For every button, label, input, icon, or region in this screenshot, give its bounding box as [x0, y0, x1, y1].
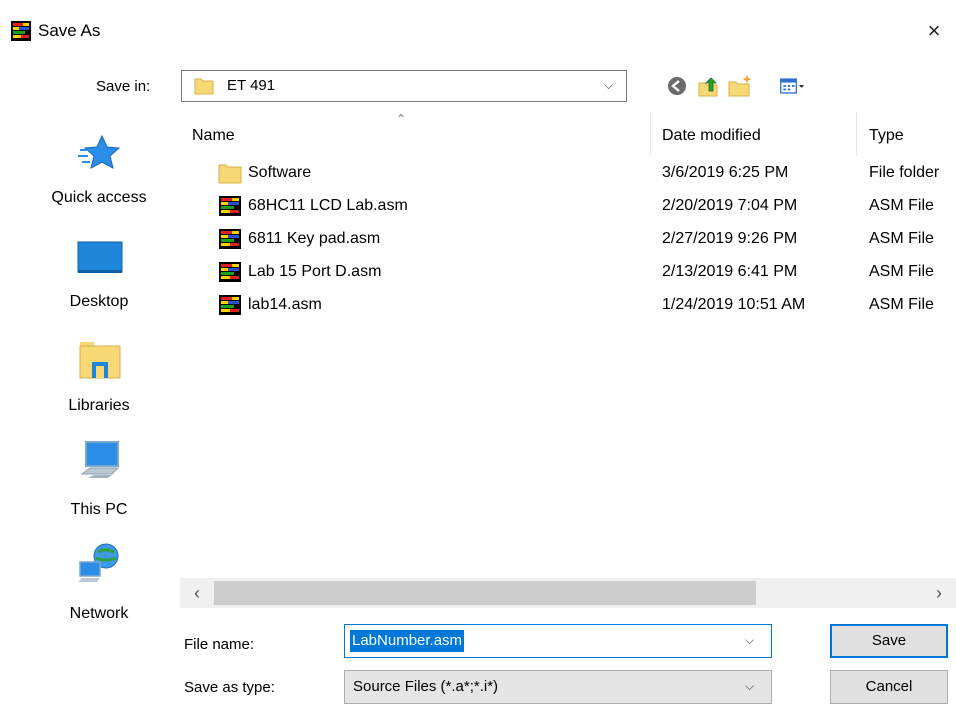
column-header-type[interactable]: Type	[869, 126, 904, 146]
file-name: 6811 Key pad.asm	[248, 230, 381, 247]
scroll-right-icon[interactable]: ›	[922, 578, 956, 608]
folder-icon	[218, 164, 242, 184]
asm-file-icon	[219, 262, 241, 282]
file-type: ASM File	[869, 197, 934, 214]
quick-access-star-icon	[78, 134, 121, 169]
window-title: Save As	[38, 21, 101, 40]
scroll-left-icon[interactable]: ‹	[180, 578, 214, 608]
desktop-icon	[77, 241, 123, 273]
place-label: Libraries	[68, 397, 130, 414]
cancel-button[interactable]: Cancel	[830, 670, 948, 704]
file-row[interactable]: Software 3/6/2019 6:25 PM File folder	[218, 158, 956, 190]
place-quick-access[interactable]: Quick access	[20, 118, 178, 220]
file-type: ASM File	[869, 296, 934, 313]
file-list[interactable]: ⌃ Name Date modified Type Software 3/6/2…	[180, 112, 956, 582]
column-header-date-modified[interactable]: Date modified	[662, 126, 761, 146]
save-in-dropdown[interactable]: ET 491 ⌵	[181, 70, 627, 102]
asm-file-icon	[219, 196, 241, 216]
close-button[interactable]: ×	[918, 16, 950, 46]
file-date: 2/20/2019 7:04 PM	[662, 197, 798, 214]
file-name: Lab 15 Port D.asm	[248, 263, 382, 280]
place-desktop[interactable]: Desktop	[20, 222, 178, 324]
file-date: 3/6/2019 6:25 PM	[662, 164, 789, 181]
asm-file-icon	[219, 295, 241, 315]
save-in-value: ET 491	[227, 77, 276, 94]
chevron-down-icon[interactable]: ⌵	[745, 679, 754, 694]
asm-file-icon	[219, 229, 241, 249]
folder-icon	[194, 78, 214, 95]
column-divider[interactable]	[856, 112, 857, 156]
scrollbar-thumb[interactable]	[214, 581, 756, 605]
place-network[interactable]: Network	[20, 534, 178, 636]
places-bar: Quick access Desktop Libraries This PC N…	[20, 112, 178, 707]
file-date: 1/24/2019 10:51 AM	[662, 296, 806, 313]
file-row[interactable]: 6811 Key pad.asm 2/27/2019 9:26 PM ASM F…	[218, 224, 956, 256]
file-date: 2/27/2019 9:26 PM	[662, 230, 798, 247]
file-row[interactable]: 68HC11 LCD Lab.asm 2/20/2019 7:04 PM ASM…	[218, 191, 956, 223]
file-row[interactable]: Lab 15 Port D.asm 2/13/2019 6:41 PM ASM …	[218, 257, 956, 289]
network-icon	[78, 543, 119, 582]
place-label: This PC	[70, 501, 128, 518]
place-libraries[interactable]: Libraries	[20, 326, 178, 428]
horizontal-scrollbar[interactable]: ‹ ›	[180, 578, 956, 608]
save-button[interactable]: Save	[830, 624, 948, 658]
save-in-label: Save in:	[96, 78, 151, 95]
file-name-value[interactable]: LabNumber.asm	[350, 630, 465, 652]
chevron-down-icon: ⌵	[604, 78, 614, 92]
save-as-type-value: Source Files (*.a*;*.i*)	[353, 678, 499, 695]
new-folder-icon[interactable]	[727, 74, 753, 98]
file-date: 2/13/2019 6:41 PM	[662, 263, 798, 280]
file-name: Software	[248, 164, 312, 181]
views-menu-icon[interactable]	[779, 74, 805, 98]
this-pc-icon	[80, 441, 120, 478]
place-this-pc[interactable]: This PC	[20, 430, 178, 532]
chevron-down-icon[interactable]: ⌵	[745, 633, 754, 648]
app-icon	[11, 21, 31, 41]
sort-ascending-icon: ⌃	[396, 112, 407, 126]
file-name: lab14.asm	[248, 296, 322, 313]
file-name-input[interactable]: LabNumber.asm ⌵	[344, 624, 772, 658]
place-label: Desktop	[69, 293, 129, 310]
title-bar: Save As ×	[0, 0, 956, 60]
column-header-name[interactable]: Name	[192, 126, 235, 146]
back-icon[interactable]	[664, 74, 690, 98]
file-type: ASM File	[869, 230, 934, 247]
save-as-type-label: Save as type:	[184, 679, 275, 696]
file-type: File folder	[869, 164, 940, 181]
file-type: ASM File	[869, 263, 934, 280]
up-folder-icon[interactable]	[696, 74, 722, 98]
libraries-icon	[79, 342, 121, 379]
place-label: Network	[69, 605, 129, 622]
place-label: Quick access	[51, 189, 147, 206]
file-name: 68HC11 LCD Lab.asm	[248, 197, 408, 214]
save-as-type-dropdown[interactable]: Source Files (*.a*;*.i*) ⌵	[344, 670, 772, 704]
column-divider[interactable]	[650, 112, 651, 156]
file-name-label: File name:	[184, 636, 255, 653]
file-row[interactable]: lab14.asm 1/24/2019 10:51 AM ASM File	[218, 290, 956, 322]
